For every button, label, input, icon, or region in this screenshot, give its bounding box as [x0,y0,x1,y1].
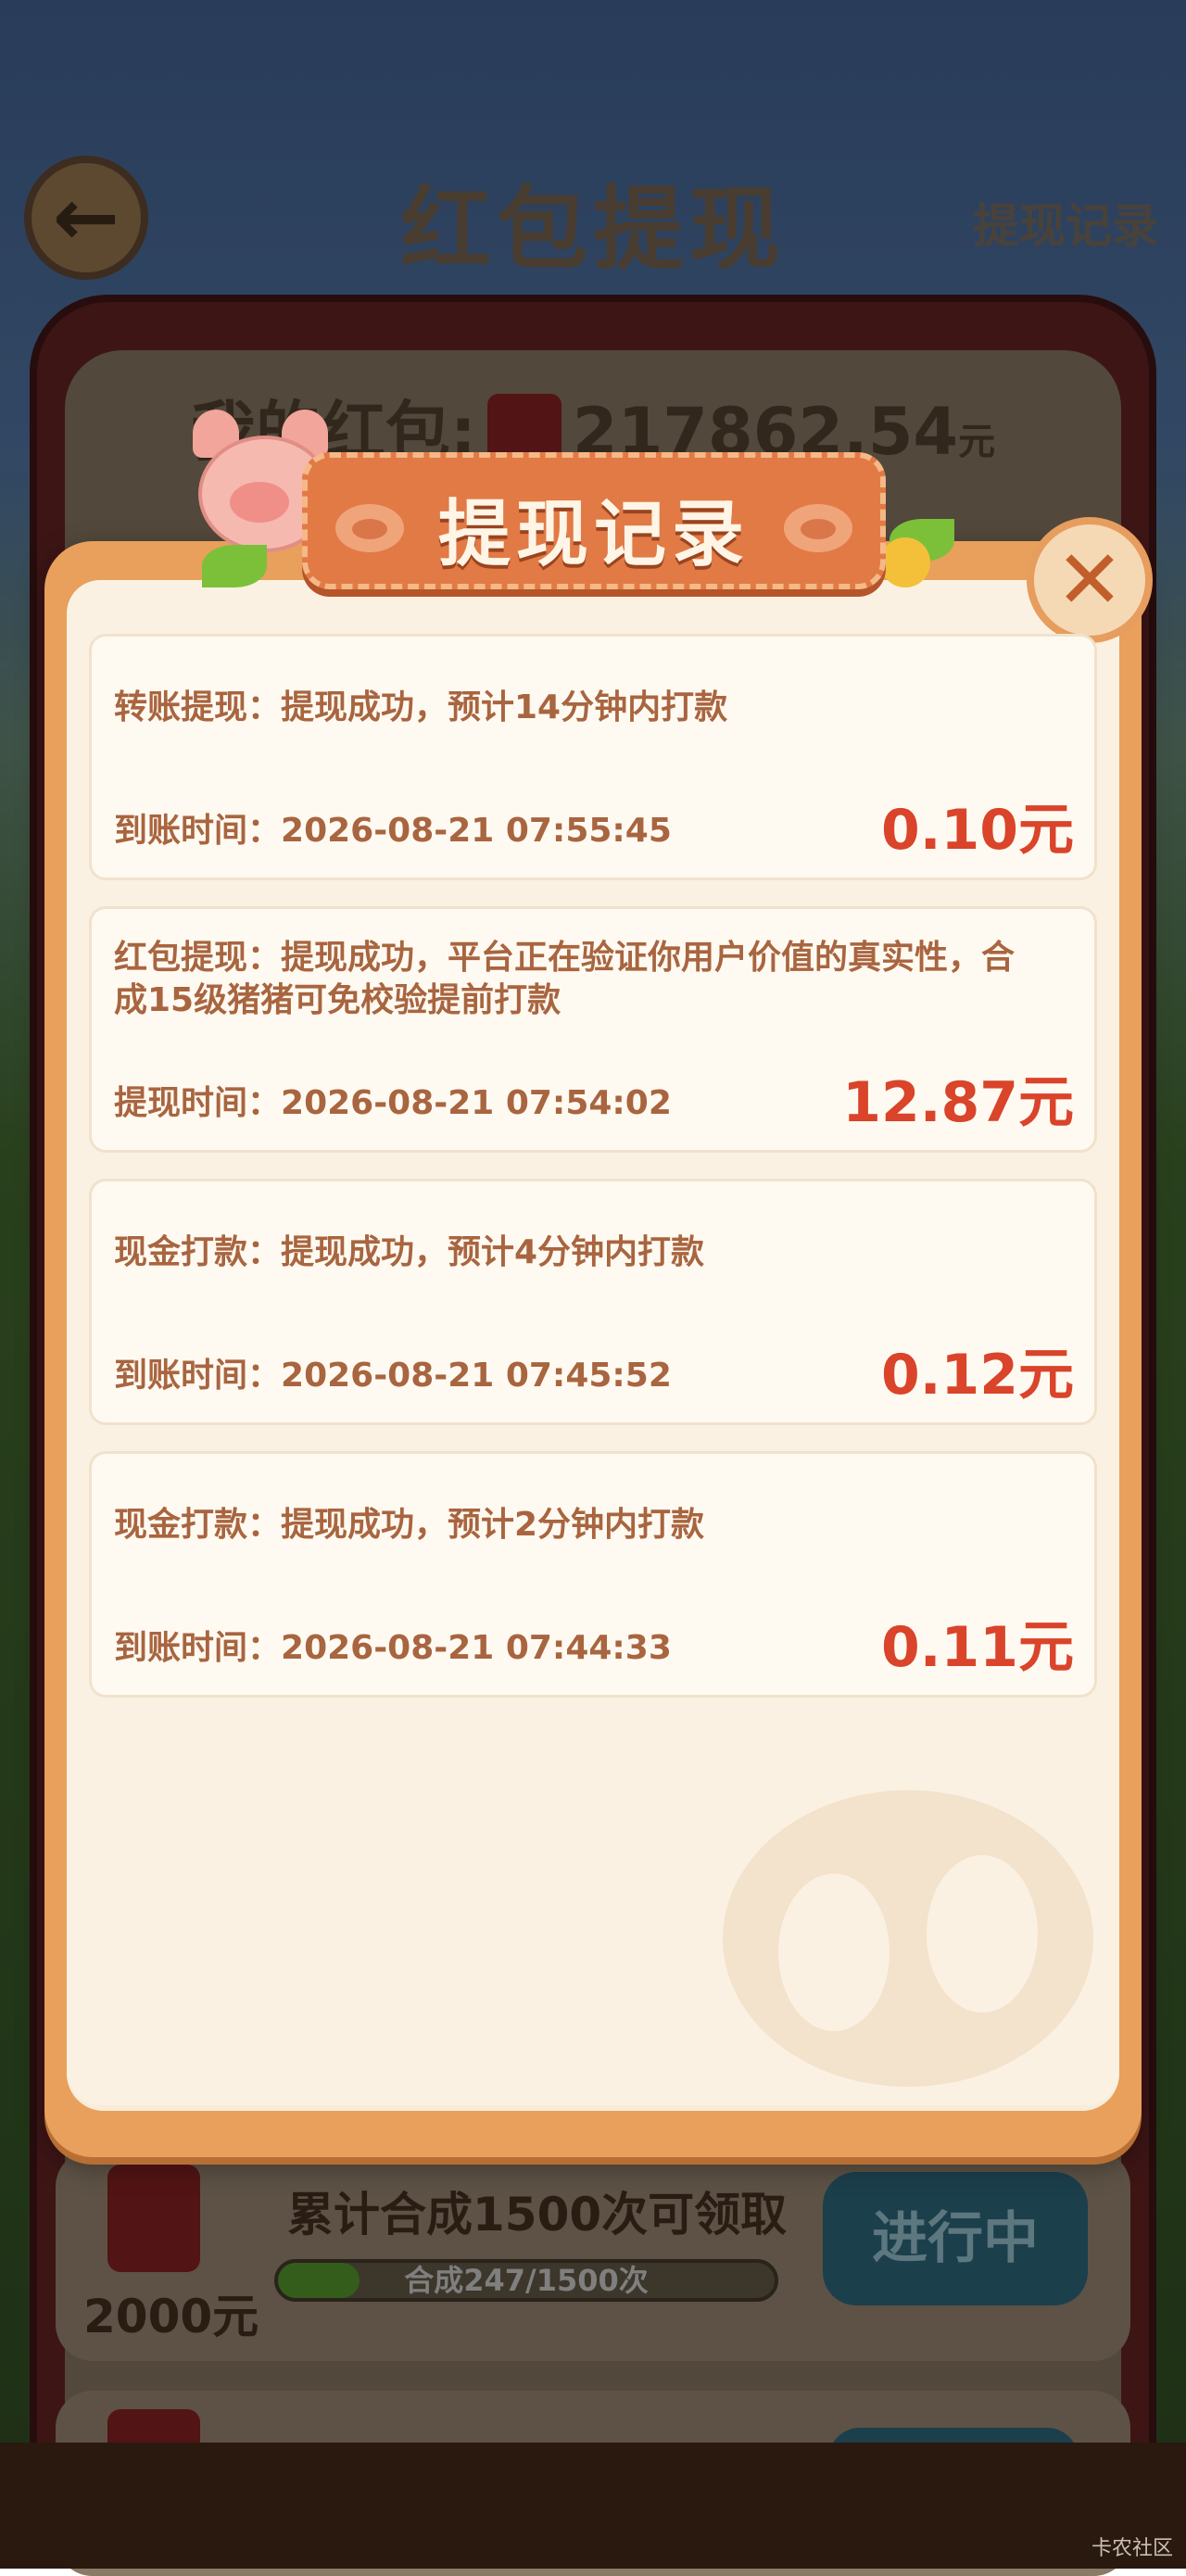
record-item: 现金打款：提现成功，预计2分钟内打款 到账时间：2026-08-21 07:44… [89,1451,1097,1698]
pig-face-icon [784,504,852,552]
record-time-value: 2026-08-21 07:44:33 [281,1629,672,1667]
record-description: 转账提现：提现成功，预计14分钟内打款 [114,688,728,726]
flower-decoration [880,537,930,587]
record-item: 转账提现：提现成功，预计14分钟内打款 到账时间：2026-08-21 07:5… [89,634,1097,880]
record-time: 到账时间：2026-08-21 07:44:33 [114,1621,672,1669]
record-description: 现金打款：提现成功，预计2分钟内打款 [114,1506,705,1544]
record-time-label: 到账时间： [114,1629,282,1667]
record-time-value: 2026-08-21 07:55:45 [281,812,672,850]
close-button[interactable]: ✕ [1027,517,1153,643]
paw-print-icon [723,1790,1093,2087]
close-icon: ✕ [1055,532,1124,627]
record-time-value: 2026-08-21 07:45:52 [281,1357,672,1395]
record-item: 现金打款：提现成功，预计4分钟内打款 到账时间：2026-08-21 07:45… [89,1179,1097,1425]
record-time-label: 提现时间： [114,1084,282,1122]
record-time: 到账时间：2026-08-21 07:55:45 [114,803,672,852]
record-description: 现金打款：提现成功，预计4分钟内打款 [114,1233,705,1271]
record-time-value: 2026-08-21 07:54:02 [281,1084,672,1122]
record-item: 红包提现：提现成功，平台正在验证你用户价值的真实性，合成15级猪猪可免校验提前打… [89,906,1097,1153]
watermark: 卡农社区 [1091,2537,1173,2560]
record-description: 红包提现：提现成功，平台正在验证你用户价值的真实性，合成15级猪猪可免校验提前打… [114,939,1016,1019]
modal-title-banner: 提现记录 [302,452,886,589]
leaf-decoration [202,545,267,587]
record-time: 提现时间：2026-08-21 07:54:02 [114,1076,672,1124]
record-amount: 0.11元 [880,1615,1074,1680]
record-time-label: 到账时间： [114,812,282,850]
record-amount: 0.12元 [880,1343,1074,1408]
record-time: 到账时间：2026-08-21 07:45:52 [114,1348,672,1396]
record-amount: 12.87元 [842,1070,1074,1135]
record-time-label: 到账时间： [114,1357,282,1395]
record-amount: 0.10元 [880,798,1074,863]
